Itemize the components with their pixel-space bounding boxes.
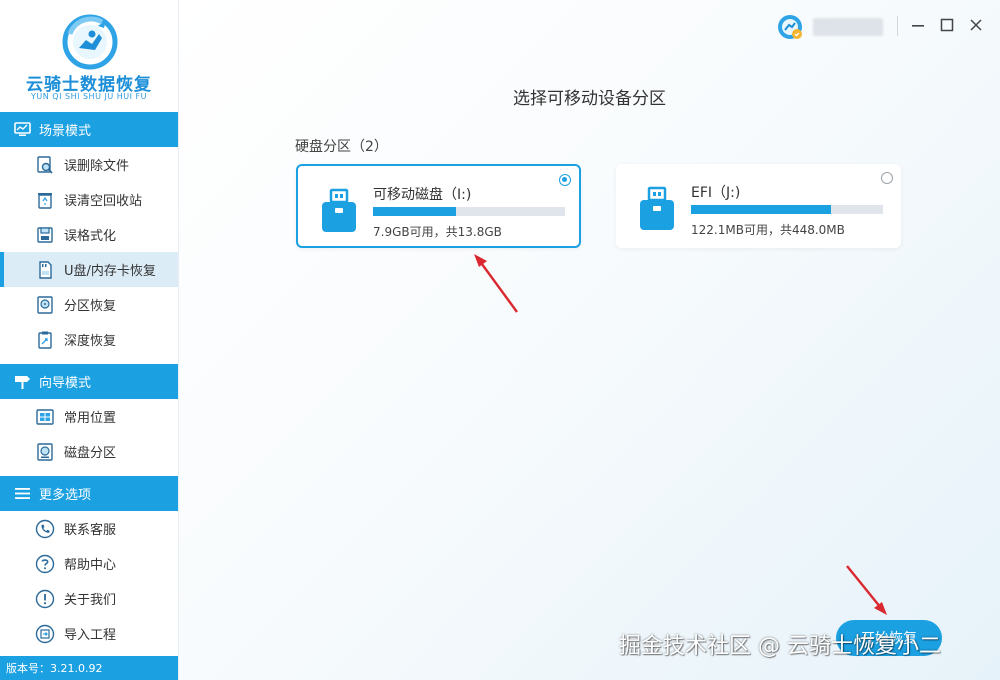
partition-name: EFI（J:) <box>691 185 741 201</box>
usage-bar <box>373 207 565 216</box>
usage-bar-fill <box>373 207 456 216</box>
sidebar-item-label: 误清空回收站 <box>64 194 143 209</box>
annotation-arrow-icon <box>846 565 887 615</box>
page-title: 选择可移动设备分区 <box>513 89 666 109</box>
file-search-icon <box>35 155 55 175</box>
user-avatar-icon[interactable] <box>777 14 803 40</box>
partition-radio[interactable] <box>881 172 893 184</box>
minimize-icon <box>912 25 924 27</box>
sidebar-item-label: 深度恢复 <box>64 334 117 349</box>
usage-bar-fill <box>691 205 832 214</box>
info-icon <box>35 589 55 609</box>
section-title: 向导模式 <box>39 376 92 391</box>
logo-icon <box>62 14 118 70</box>
close-icon <box>970 19 982 31</box>
sidebar-item-deleted-files[interactable]: 误删除文件 <box>0 147 178 182</box>
sidebar-item-common-locations[interactable]: 常用位置 <box>0 399 178 434</box>
format-icon <box>35 225 55 245</box>
partition-capacity: 122.1MB可用，共448.0MB <box>691 223 845 237</box>
recycle-bin-icon <box>35 190 55 210</box>
section-wizard-mode: 向导模式 <box>0 364 178 399</box>
partition-name: 可移动磁盘（I:) <box>373 187 472 203</box>
sidebar-item-about-us[interactable]: 关于我们 <box>0 581 178 616</box>
partition-capacity: 7.9GB可用，共13.8GB <box>373 225 502 239</box>
section-scene-mode: 场景模式 <box>0 112 178 147</box>
menu-icon <box>13 485 31 503</box>
sidebar-item-deep-recovery[interactable]: 深度恢复 <box>0 322 178 357</box>
sidebar-item-contact-support[interactable]: 联系客服 <box>0 511 178 546</box>
usb-drive-icon <box>640 186 674 230</box>
sidebar-item-help-center[interactable]: 帮助中心 <box>0 546 178 581</box>
sidebar-item-import-project[interactable]: 导入工程 <box>0 616 178 651</box>
sidebar-item-label: U盘/内存卡恢复 <box>64 264 156 279</box>
import-icon <box>35 624 55 644</box>
section-more-options: 更多选项 <box>0 476 178 511</box>
sidebar-item-label: 联系客服 <box>64 523 117 538</box>
partition-group-label: 硬盘分区（2） <box>295 139 388 155</box>
phone-icon <box>35 519 55 539</box>
sidebar-item-formatted[interactable]: 误格式化 <box>0 217 178 252</box>
partition-card[interactable]: EFI（J:) 122.1MB可用，共448.0MB <box>616 164 901 248</box>
windows-icon <box>35 407 55 427</box>
usb-drive-icon <box>322 188 356 232</box>
usage-bar <box>691 205 883 214</box>
main-panel: 选择可移动设备分区 硬盘分区（2） 可移动磁盘（I:) 7.9GB可用，共13.… <box>179 0 1000 680</box>
sidebar: 云骑士数据恢复 YUN QI SHI SHU JU HUI FU 场景模式 误删… <box>0 0 179 680</box>
partition-icon <box>35 295 55 315</box>
partition-card[interactable]: 可移动磁盘（I:) 7.9GB可用，共13.8GB <box>296 164 581 248</box>
version-label: 版本号：3.21.0.92 <box>0 656 178 680</box>
app-name-pinyin: YUN QI SHI SHU JU HUI FU <box>31 92 147 101</box>
sidebar-item-label: 磁盘分区 <box>64 446 117 461</box>
sidebar-item-label: 帮助中心 <box>64 558 117 573</box>
annotation-arrow-icon <box>474 254 518 313</box>
help-icon <box>35 554 55 574</box>
sidebar-item-partition-recovery[interactable]: 分区恢复 <box>0 287 178 322</box>
sidebar-item-label: 误删除文件 <box>64 159 130 174</box>
monitor-icon <box>13 121 31 139</box>
sidebar-item-label: 分区恢复 <box>64 299 117 314</box>
username-blurred <box>813 18 883 36</box>
maximize-button[interactable] <box>936 14 958 36</box>
watermark: 掘金技术社区 @ 云骑士恢复小二 <box>619 634 941 659</box>
sidebar-item-disk-partition[interactable]: 磁盘分区 <box>0 434 178 469</box>
app-logo: 云骑士数据恢复 YUN QI SHI SHU JU HUI FU <box>0 0 178 110</box>
signpost-icon <box>13 373 31 391</box>
sidebar-item-label: 关于我们 <box>64 593 117 608</box>
section-title: 更多选项 <box>39 488 92 503</box>
minimize-button[interactable] <box>907 14 929 36</box>
sidebar-item-label: 导入工程 <box>64 628 117 643</box>
section-title: 场景模式 <box>39 124 92 139</box>
sidebar-item-label: 误格式化 <box>64 229 117 244</box>
sidebar-item-label: 常用位置 <box>64 411 117 426</box>
maximize-icon <box>940 18 954 32</box>
close-button[interactable] <box>965 14 987 36</box>
partition-radio[interactable] <box>559 174 571 186</box>
sidebar-item-recycle-bin[interactable]: 误清空回收站 <box>0 182 178 217</box>
sd-card-icon <box>35 260 55 280</box>
titlebar-divider <box>897 16 898 36</box>
disk-icon <box>35 442 55 462</box>
deep-scan-icon <box>35 330 55 350</box>
sidebar-item-usb-memory-card[interactable]: U盘/内存卡恢复 <box>0 252 178 287</box>
